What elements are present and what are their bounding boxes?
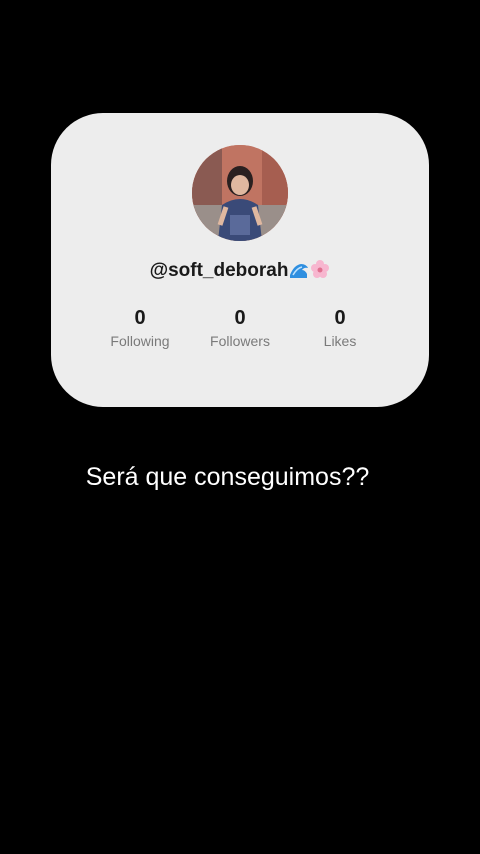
stat-likes[interactable]: 0 Likes (285, 306, 395, 350)
avatar-photo (192, 145, 288, 241)
cherry-blossom-emoji-icon (310, 259, 330, 285)
likes-label: Likes (323, 333, 357, 349)
stat-following[interactable]: 0 Following (85, 306, 195, 350)
stat-followers[interactable]: 0 Followers (185, 306, 295, 350)
followers-count: 0 (234, 307, 246, 329)
followers-label: Followers (210, 333, 270, 349)
caption-text: Será que conseguimos?? (85, 463, 370, 491)
likes-count: 0 (334, 307, 346, 329)
following-label: Following (110, 333, 170, 349)
avatar[interactable] (192, 145, 288, 241)
profile-card: @soft_deborah 0 Following 0 Followers 0 … (51, 113, 429, 407)
username-text: @soft_deborah (149, 260, 289, 281)
wave-emoji-icon (289, 259, 309, 285)
profile-handle: @soft_deborah (51, 259, 429, 285)
following-count: 0 (134, 307, 146, 329)
